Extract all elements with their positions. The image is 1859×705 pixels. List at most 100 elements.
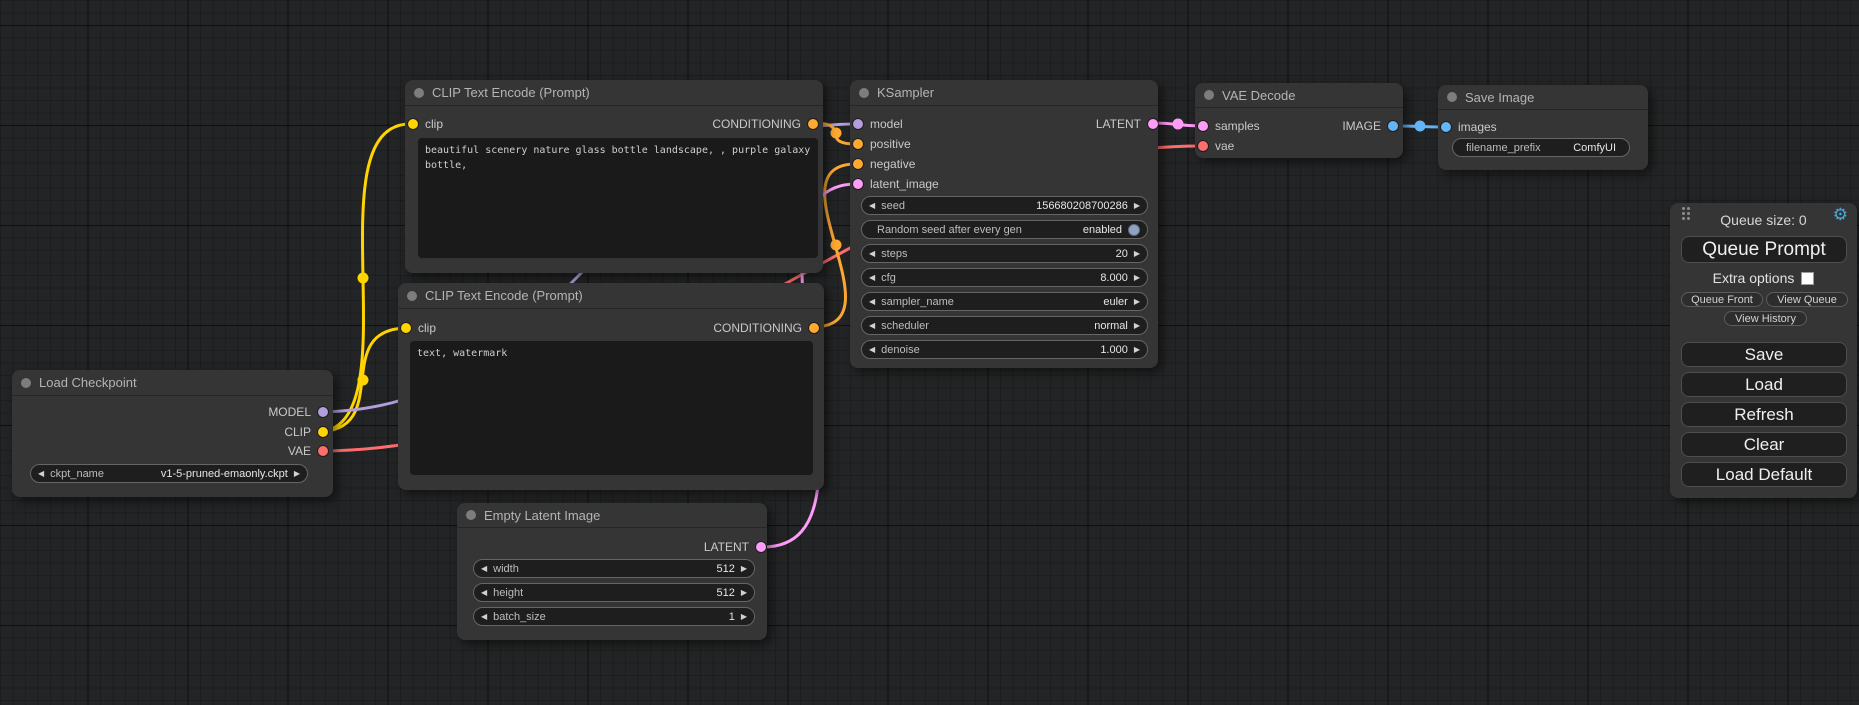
input-port-samples[interactable]: samples — [1198, 118, 1260, 134]
random-seed-toggle-widget[interactable]: Random seed after every gen enabled — [861, 220, 1148, 239]
decrement-arrow-icon[interactable]: ◀ — [869, 322, 875, 330]
image-port-dot[interactable] — [1388, 121, 1398, 131]
width-widget[interactable]: ◀ width 512 ▶ — [473, 559, 755, 578]
increment-arrow-icon[interactable]: ▶ — [1134, 202, 1140, 210]
cfg-widget[interactable]: ◀ cfg 8.000 ▶ — [861, 268, 1148, 287]
output-port-latent[interactable]: LATENT — [704, 539, 766, 555]
node-header[interactable]: Save Image — [1438, 85, 1648, 110]
output-port-conditioning[interactable]: CONDITIONING — [713, 320, 819, 336]
input-port-clip[interactable]: clip — [401, 320, 436, 336]
latent-port-dot[interactable] — [1148, 119, 1158, 129]
queue-front-button[interactable]: Queue Front — [1681, 292, 1763, 307]
positive-prompt-textarea[interactable]: beautiful scenery nature glass bottle la… — [418, 138, 818, 258]
node-clip-text-encode-positive[interactable]: CLIP Text Encode (Prompt) clip CONDITION… — [405, 80, 823, 273]
vae-port-dot[interactable] — [1198, 141, 1208, 151]
output-port-clip[interactable]: CLIP — [284, 424, 328, 440]
conditioning-port-dot[interactable] — [853, 159, 863, 169]
output-port-latent[interactable]: LATENT — [1096, 116, 1158, 132]
batch-size-widget[interactable]: ◀ batch_size 1 ▶ — [473, 607, 755, 626]
node-save-image[interactable]: Save Image images filename_prefix ComfyU… — [1438, 85, 1648, 170]
output-port-model[interactable]: MODEL — [268, 404, 328, 420]
decrement-arrow-icon[interactable]: ◀ — [481, 613, 487, 621]
sampler-name-value[interactable]: euler — [1103, 296, 1127, 308]
increment-arrow-icon[interactable]: ▶ — [294, 470, 300, 478]
node-empty-latent-image[interactable]: Empty Latent Image LATENT ◀ width 512 ▶ … — [457, 503, 767, 640]
node-load-checkpoint[interactable]: Load Checkpoint MODEL CLIP VAE ◀ ckpt_na… — [12, 370, 333, 497]
input-port-negative[interactable]: negative — [853, 156, 915, 172]
scheduler-widget[interactable]: ◀ scheduler normal ▶ — [861, 316, 1148, 335]
model-port-dot[interactable] — [318, 407, 328, 417]
increment-arrow-icon[interactable]: ▶ — [741, 589, 747, 597]
vae-port-dot[interactable] — [318, 446, 328, 456]
steps-widget[interactable]: ◀ steps 20 ▶ — [861, 244, 1148, 263]
height-widget[interactable]: ◀ height 512 ▶ — [473, 583, 755, 602]
node-graph-canvas[interactable]: Load Checkpoint MODEL CLIP VAE ◀ ckpt_na… — [0, 0, 1859, 705]
node-header[interactable]: Load Checkpoint — [12, 370, 333, 396]
node-header[interactable]: VAE Decode — [1195, 83, 1403, 108]
save-button[interactable]: Save — [1681, 342, 1847, 367]
denoise-widget[interactable]: ◀ denoise 1.000 ▶ — [861, 340, 1148, 359]
latent-port-dot[interactable] — [756, 542, 766, 552]
output-port-image[interactable]: IMAGE — [1342, 118, 1398, 134]
load-button[interactable]: Load — [1681, 372, 1847, 397]
increment-arrow-icon[interactable]: ▶ — [1134, 298, 1140, 306]
batch-size-value[interactable]: 1 — [729, 611, 735, 623]
image-port-dot[interactable] — [1441, 122, 1451, 132]
node-header[interactable]: KSampler — [850, 80, 1158, 106]
clip-port-dot[interactable] — [408, 119, 418, 129]
queue-prompt-button[interactable]: Queue Prompt — [1681, 236, 1847, 263]
node-clip-text-encode-negative[interactable]: CLIP Text Encode (Prompt) clip CONDITION… — [398, 283, 824, 490]
settings-gear-icon[interactable]: ⚙ — [1833, 205, 1848, 225]
view-history-button[interactable]: View History — [1724, 311, 1807, 326]
node-header[interactable]: CLIP Text Encode (Prompt) — [398, 283, 824, 309]
increment-arrow-icon[interactable]: ▶ — [1134, 274, 1140, 282]
decrement-arrow-icon[interactable]: ◀ — [38, 470, 44, 478]
increment-arrow-icon[interactable]: ▶ — [741, 613, 747, 621]
increment-arrow-icon[interactable]: ▶ — [741, 565, 747, 573]
decrement-arrow-icon[interactable]: ◀ — [869, 346, 875, 354]
seed-widget[interactable]: ◀ seed 156680208700286 ▶ — [861, 196, 1148, 215]
refresh-button[interactable]: Refresh — [1681, 402, 1847, 427]
conditioning-port-dot[interactable] — [809, 323, 819, 333]
decrement-arrow-icon[interactable]: ◀ — [481, 589, 487, 597]
decrement-arrow-icon[interactable]: ◀ — [481, 565, 487, 573]
clip-port-dot[interactable] — [318, 427, 328, 437]
input-port-model[interactable]: model — [853, 116, 903, 132]
node-header[interactable]: CLIP Text Encode (Prompt) — [405, 80, 823, 106]
input-port-positive[interactable]: positive — [853, 136, 911, 152]
decrement-arrow-icon[interactable]: ◀ — [869, 274, 875, 282]
negative-prompt-textarea[interactable]: text, watermark — [410, 341, 813, 475]
toggle-enabled-icon[interactable] — [1128, 224, 1140, 236]
clear-button[interactable]: Clear — [1681, 432, 1847, 457]
input-port-latent-image[interactable]: latent_image — [853, 176, 939, 192]
increment-arrow-icon[interactable]: ▶ — [1134, 322, 1140, 330]
output-port-conditioning[interactable]: CONDITIONING — [712, 116, 818, 132]
input-port-images[interactable]: images — [1441, 119, 1497, 135]
seed-value[interactable]: 156680208700286 — [1036, 200, 1128, 212]
input-port-clip[interactable]: clip — [408, 116, 443, 132]
steps-value[interactable]: 20 — [1116, 248, 1128, 260]
filename-prefix-widget[interactable]: filename_prefix ComfyUI — [1452, 138, 1630, 157]
sampler-name-widget[interactable]: ◀ sampler_name euler ▶ — [861, 292, 1148, 311]
extra-options-checkbox[interactable] — [1801, 272, 1814, 285]
model-port-dot[interactable] — [853, 119, 863, 129]
conditioning-port-dot[interactable] — [853, 139, 863, 149]
increment-arrow-icon[interactable]: ▶ — [1134, 250, 1140, 258]
output-port-vae[interactable]: VAE — [288, 443, 328, 459]
clip-port-dot[interactable] — [401, 323, 411, 333]
decrement-arrow-icon[interactable]: ◀ — [869, 298, 875, 306]
conditioning-port-dot[interactable] — [808, 119, 818, 129]
node-vae-decode[interactable]: VAE Decode samples vae IMAGE — [1195, 83, 1403, 158]
latent-port-dot[interactable] — [1198, 121, 1208, 131]
decrement-arrow-icon[interactable]: ◀ — [869, 250, 875, 258]
node-header[interactable]: Empty Latent Image — [457, 503, 767, 528]
decrement-arrow-icon[interactable]: ◀ — [869, 202, 875, 210]
ckpt-name-widget[interactable]: ◀ ckpt_name v1-5-pruned-emaonly.ckpt ▶ — [30, 464, 308, 483]
filename-prefix-value[interactable]: ComfyUI — [1573, 142, 1616, 154]
height-value[interactable]: 512 — [716, 587, 734, 599]
scheduler-value[interactable]: normal — [1094, 320, 1128, 332]
width-value[interactable]: 512 — [716, 563, 734, 575]
ckpt-name-value[interactable]: v1-5-pruned-emaonly.ckpt — [161, 468, 288, 480]
input-port-vae[interactable]: vae — [1198, 138, 1234, 154]
increment-arrow-icon[interactable]: ▶ — [1134, 346, 1140, 354]
